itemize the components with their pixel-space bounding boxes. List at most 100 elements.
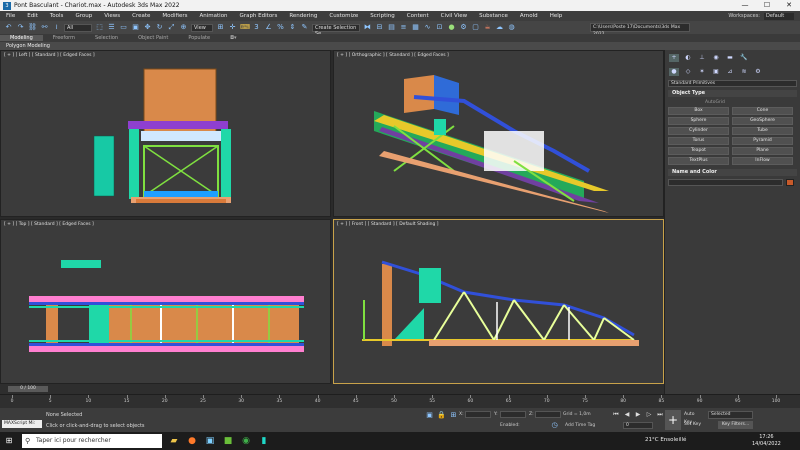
textplus-button[interactable]: TextPlus: [668, 157, 729, 165]
menu-tools[interactable]: Tools: [44, 13, 70, 19]
viewport-orthographic[interactable]: [ + ] [ Orthographic ] [ Standard ] [ Ed…: [333, 50, 664, 217]
material-editor-icon[interactable]: ●: [447, 23, 456, 32]
go-to-start-icon[interactable]: ⏮: [612, 411, 620, 419]
tab-modeling[interactable]: Modeling: [0, 35, 43, 41]
next-frame-icon[interactable]: ▷: [645, 411, 653, 419]
tab-freeform[interactable]: Freeform: [43, 35, 85, 41]
viewport-orthographic-label[interactable]: [ + ] [ Orthographic ] [ Standard ] [ Ed…: [337, 53, 449, 58]
reference-coordinate-dropdown[interactable]: View: [191, 23, 213, 32]
layer-explorer-icon[interactable]: ≡: [399, 23, 408, 32]
viewport-left[interactable]: [ + ] [ Left ] [ Standard ] [ Edged Face…: [0, 50, 331, 217]
select-object-icon[interactable]: ⬚: [95, 23, 104, 32]
toggle-ribbon-icon[interactable]: ▦: [411, 23, 420, 32]
track-bar[interactable]: 0 5 10 15 20 25 30 35 40 45 50 55 60 65 70 75 80 85 90 95 10…: [0, 394, 800, 408]
auto-key-button[interactable]: Auto Key: [684, 411, 704, 425]
rendered-frame-window-icon[interactable]: ▢: [471, 23, 480, 32]
file-explorer-icon[interactable]: ▰: [168, 435, 180, 447]
menu-graph-editors[interactable]: Graph Editors: [234, 13, 284, 19]
select-scale-icon[interactable]: ⤢: [167, 23, 176, 32]
menu-help[interactable]: Help: [544, 13, 569, 19]
object-color-swatch[interactable]: [786, 179, 794, 186]
weather-widget[interactable]: 21°C Ensoleillé: [645, 437, 686, 443]
menu-civil-view[interactable]: Civil View: [435, 13, 473, 19]
scene-explorer-icon[interactable]: ▤: [387, 23, 396, 32]
percent-snap-icon[interactable]: %: [276, 23, 285, 32]
viewport-front[interactable]: [ + ] [ Front ] [ Standard ] [ Default S…: [333, 219, 664, 384]
time-slider[interactable]: 0 / 100: [8, 386, 48, 392]
y-coordinate-field[interactable]: [500, 411, 526, 418]
geosphere-button[interactable]: GeoSphere: [732, 117, 793, 125]
key-selection-dropdown[interactable]: Selected: [708, 411, 753, 419]
window-crossing-icon[interactable]: ▣: [131, 23, 140, 32]
adaptive-degradation-toggle[interactable]: Enabled:: [500, 423, 520, 428]
viewport-top[interactable]: [ + ] [ Top ] [ Standard ] [ Edged Faces…: [0, 219, 331, 384]
torus-button[interactable]: Torus: [668, 137, 729, 145]
shapes-icon[interactable]: ◇: [683, 68, 693, 76]
firefox-icon[interactable]: ●: [186, 435, 198, 447]
box-button[interactable]: Box: [668, 107, 729, 115]
object-name-field[interactable]: [668, 179, 783, 186]
previous-frame-icon[interactable]: ◀: [623, 411, 631, 419]
tab-populate[interactable]: Populate: [178, 35, 220, 41]
close-button[interactable]: ✕: [778, 0, 800, 11]
keyboard-shortcut-icon[interactable]: ⌨: [240, 23, 250, 32]
workspaces-dropdown[interactable]: Default: [764, 12, 794, 20]
viewport-left-label[interactable]: [ + ] [ Left ] [ Standard ] [ Edged Face…: [4, 53, 95, 58]
display-tab-icon[interactable]: ▬: [725, 54, 735, 62]
3ds-max-taskbar-icon[interactable]: ▮: [258, 435, 270, 447]
spinner-snap-icon[interactable]: ⇕: [288, 23, 297, 32]
add-time-tag-button[interactable]: Add Time Tag: [565, 423, 595, 428]
cylinder-button[interactable]: Cylinder: [668, 127, 729, 135]
minimize-button[interactable]: —: [734, 0, 756, 11]
unlink-icon[interactable]: ⚯: [40, 23, 49, 32]
project-path-field[interactable]: C:\Users\Poste 17\Documents\3ds Max 2022: [590, 23, 690, 37]
menu-group[interactable]: Group: [69, 13, 98, 19]
helpers-icon[interactable]: ⊿: [725, 68, 735, 76]
lights-icon[interactable]: ✶: [697, 68, 707, 76]
rectangle-selection-icon[interactable]: ▭: [119, 23, 128, 32]
polygon-modeling-panel[interactable]: Polygon Modeling: [6, 43, 50, 49]
time-slider-track[interactable]: 0 / 100: [0, 384, 664, 394]
key-filters-button[interactable]: Key Filters...: [718, 421, 753, 429]
windows-start-icon[interactable]: ⊞: [4, 436, 14, 446]
menu-views[interactable]: Views: [98, 13, 126, 19]
select-move-icon[interactable]: ✥: [143, 23, 152, 32]
name-and-color-rollout[interactable]: Name and Color: [668, 169, 797, 176]
viewport-front-label[interactable]: [ + ] [ Front ] [ Standard ] [ Default S…: [337, 222, 439, 227]
autogrid-checkbox[interactable]: AutoGrid: [705, 100, 800, 105]
modify-tab-icon[interactable]: ◐: [683, 54, 693, 62]
menu-substance[interactable]: Substance: [473, 13, 514, 19]
create-tab-icon[interactable]: +: [669, 54, 679, 62]
tube-button[interactable]: Tube: [732, 127, 793, 135]
z-coordinate-field[interactable]: [535, 411, 561, 418]
pyramid-button[interactable]: Pyramid: [732, 137, 793, 145]
plane-button[interactable]: Plane: [732, 147, 793, 155]
a360-gallery-icon[interactable]: ◍: [507, 23, 516, 32]
menu-customize[interactable]: Customize: [323, 13, 364, 19]
geometry-icon[interactable]: ●: [669, 68, 679, 76]
sphere-button[interactable]: Sphere: [668, 117, 729, 125]
tab-selection[interactable]: Selection: [85, 35, 128, 41]
teapot-button[interactable]: Teapot: [668, 147, 729, 155]
menu-scripting[interactable]: Scripting: [364, 13, 400, 19]
isolate-selection-icon[interactable]: ▣: [425, 411, 434, 420]
minecraft-icon[interactable]: ■: [222, 435, 234, 447]
mirror-icon[interactable]: ⧓: [363, 23, 372, 32]
menu-rendering[interactable]: Rendering: [283, 13, 323, 19]
snaps-toggle-icon[interactable]: 3: [252, 23, 261, 32]
placement-icon[interactable]: ⊕: [179, 23, 188, 32]
render-production-icon[interactable]: ☕: [483, 23, 492, 32]
undo-icon[interactable]: ↶: [4, 23, 13, 32]
menu-animation[interactable]: Animation: [194, 13, 234, 19]
tab-object-paint[interactable]: Object Paint: [128, 35, 178, 41]
angle-snap-icon[interactable]: ∠: [264, 23, 273, 32]
system-clock[interactable]: 17:26 14/04/2022: [752, 434, 781, 448]
motion-tab-icon[interactable]: ◉: [711, 54, 721, 62]
menu-file[interactable]: File: [0, 13, 21, 19]
ribbon-options-icon[interactable]: ◘▾: [220, 35, 246, 41]
absolute-mode-icon[interactable]: ⊞: [449, 411, 458, 420]
cameras-icon[interactable]: ▣: [711, 68, 721, 76]
utilities-tab-icon[interactable]: 🔧: [739, 54, 749, 62]
object-type-rollout[interactable]: Object Type: [668, 90, 797, 97]
render-in-cloud-icon[interactable]: ☁: [495, 23, 504, 32]
